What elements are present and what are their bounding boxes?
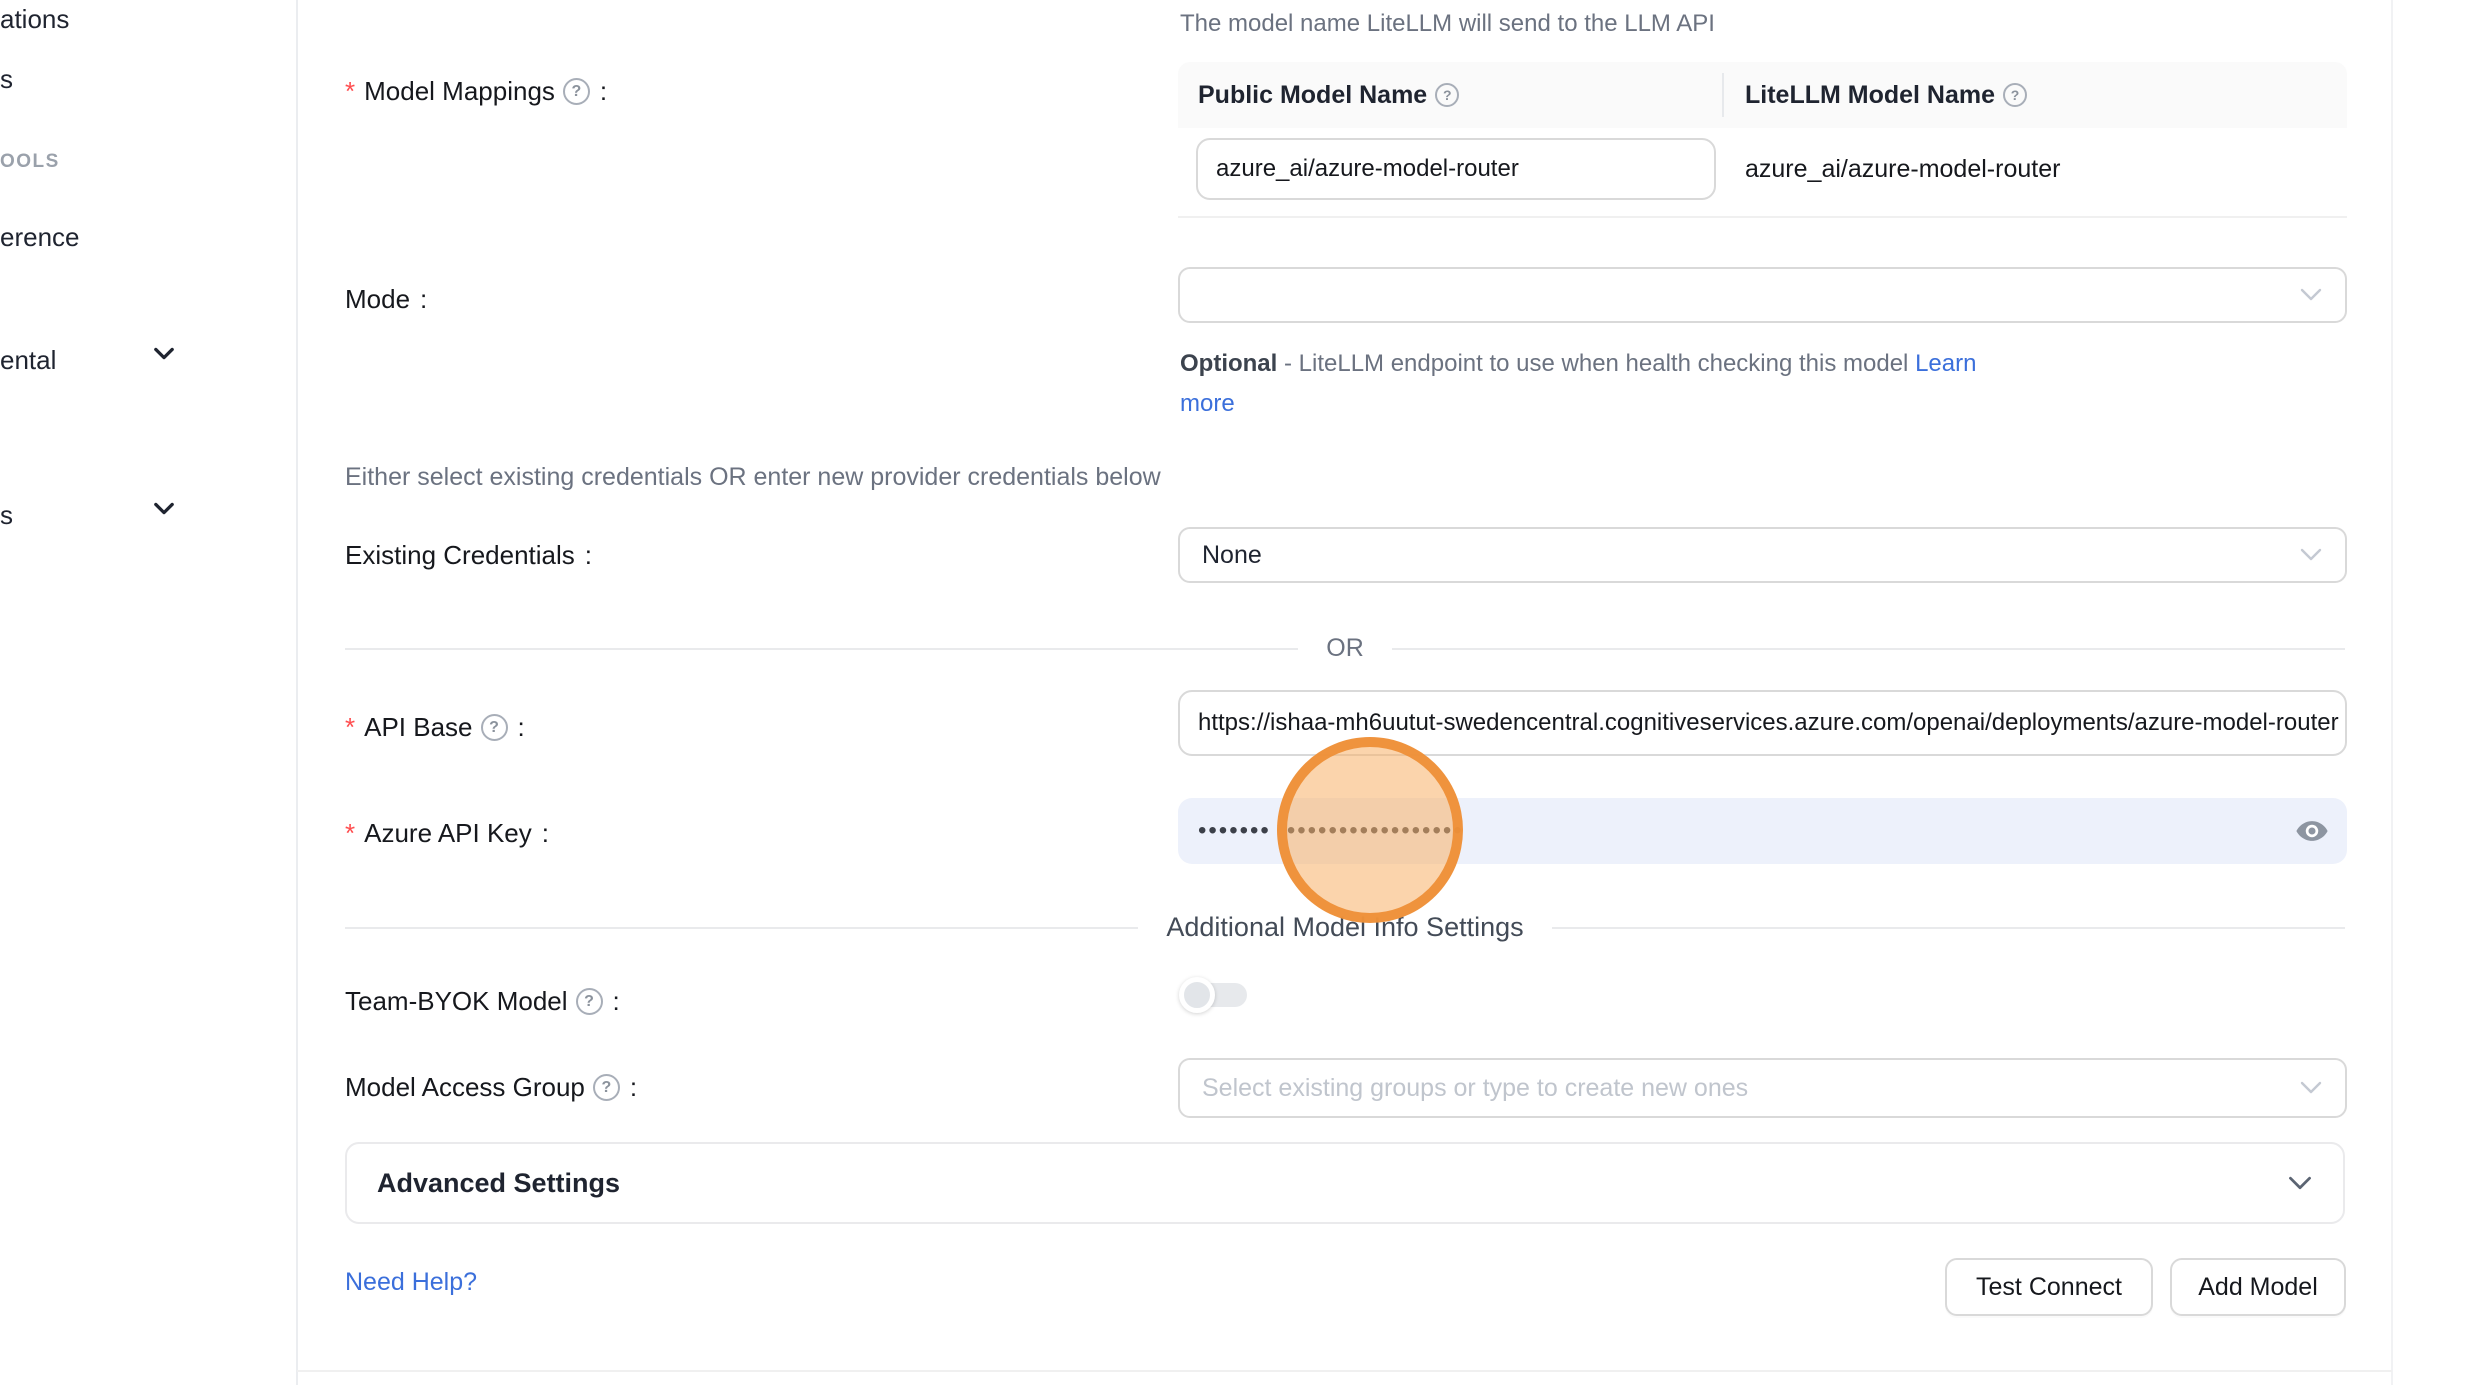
chevron-down-icon	[2299, 287, 2323, 303]
sidebar-item-erence[interactable]: erence	[0, 222, 80, 253]
team-byok-label: Team-BYOK Model ? :	[345, 986, 620, 1017]
credentials-note: Either select existing credentials OR en…	[345, 463, 1161, 492]
card-right-border	[2391, 0, 2393, 1385]
column-header-public-model-name: Public Model Name ?	[1198, 62, 1459, 128]
column-divider	[1722, 73, 1724, 117]
azure-api-key-label: * Azure API Key :	[345, 818, 549, 849]
mode-label: Mode :	[345, 284, 427, 315]
or-divider: OR	[345, 634, 2345, 663]
sidebar-item-ental[interactable]: ental	[0, 345, 56, 376]
azure-api-key-input[interactable]: ••••••• •••••••••••••••••	[1178, 798, 2347, 864]
column-header-litellm-model-name: LiteLLM Model Name ?	[1745, 62, 2027, 128]
add-model-button[interactable]: Add Model	[2170, 1258, 2346, 1316]
required-asterisk: *	[345, 818, 355, 849]
need-help-link[interactable]: Need Help?	[345, 1268, 477, 1297]
eye-icon[interactable]	[2295, 814, 2329, 848]
chevron-down-icon	[2299, 1080, 2323, 1096]
chevron-down-icon	[2299, 547, 2323, 563]
help-circle-icon[interactable]: ?	[563, 78, 590, 105]
api-base-label: * API Base ? :	[345, 712, 525, 743]
sidebar: ations s OOLS erence ental s	[0, 0, 297, 1385]
sidebar-item-ations[interactable]: ations	[0, 4, 69, 35]
chevron-down-icon[interactable]	[154, 502, 174, 521]
advanced-settings-panel[interactable]: Advanced Settings	[345, 1142, 2345, 1224]
chevron-down-icon	[2287, 1175, 2313, 1192]
team-byok-toggle[interactable]	[1181, 981, 1247, 1009]
litellm-add-model-screen: ations s OOLS erence ental s The model n…	[0, 0, 2477, 1385]
mode-help-text: Optional - LiteLLM endpoint to use when …	[1180, 344, 2000, 424]
additional-settings-divider: Additional Model Info Settings	[345, 912, 2345, 943]
required-asterisk: *	[345, 712, 355, 743]
model-name-helper-text: The model name LiteLLM will send to the …	[1180, 10, 1715, 38]
help-circle-icon[interactable]: ?	[576, 988, 603, 1015]
required-asterisk: *	[345, 76, 355, 107]
model-mappings-label: * Model Mappings ? :	[345, 76, 607, 107]
api-base-input[interactable]: https://ishaa-mh6uutut-swedencentral.cog…	[1178, 690, 2347, 756]
help-circle-icon[interactable]: ?	[481, 714, 508, 741]
existing-credentials-label: Existing Credentials :	[345, 540, 592, 571]
card-bottom-border	[297, 1370, 2392, 1372]
masked-key-dots: •••••••	[1198, 819, 1271, 843]
litellm-model-name-value: azure_ai/azure-model-router	[1745, 138, 2060, 200]
help-circle-icon[interactable]: ?	[1435, 83, 1459, 107]
model-access-group-select[interactable]: Select existing groups or type to create…	[1178, 1058, 2347, 1118]
sidebar-item-s1[interactable]: s	[0, 64, 13, 95]
help-circle-icon[interactable]: ?	[593, 1074, 620, 1101]
existing-credentials-select[interactable]: None	[1178, 527, 2347, 583]
help-circle-icon[interactable]: ?	[2003, 83, 2027, 107]
chevron-down-icon[interactable]	[154, 347, 174, 366]
public-model-name-input[interactable]	[1196, 138, 1716, 200]
mode-select[interactable]	[1178, 267, 2347, 323]
sidebar-section-tools: OOLS	[0, 151, 60, 173]
sidebar-divider	[296, 0, 298, 1385]
model-access-group-label: Model Access Group ? :	[345, 1072, 637, 1103]
sidebar-item-s2[interactable]: s	[0, 500, 13, 531]
model-mappings-table: Public Model Name ? LiteLLM Model Name ?…	[1178, 62, 2347, 218]
test-connect-button[interactable]: Test Connect	[1945, 1258, 2153, 1316]
masked-key-dots: •••••••••••••••••	[1287, 819, 1464, 843]
